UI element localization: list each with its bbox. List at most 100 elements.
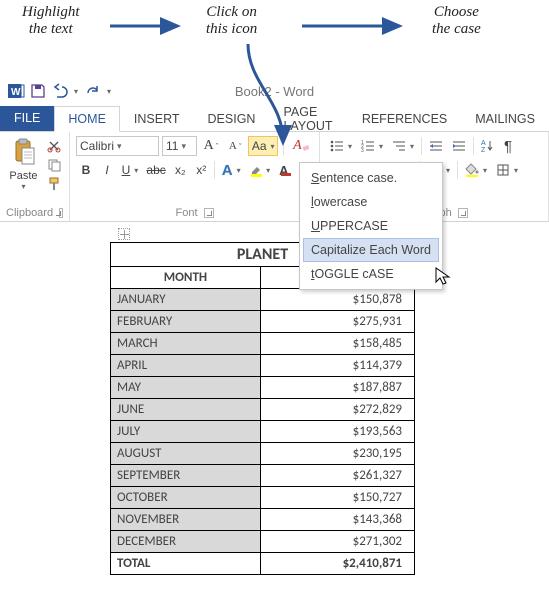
table-row[interactable]: FEBRUARY$275,931 [111,311,415,333]
value-cell[interactable]: $272,829 [260,399,414,421]
value-cell[interactable]: $261,327 [260,465,414,487]
numbering-button[interactable]: 123▾ [357,136,387,156]
menu-toggle-case[interactable]: tOGGLE cASE [303,262,439,286]
table-row[interactable]: APRIL$114,379 [111,355,415,377]
table-row[interactable]: SEPTEMBER$261,327 [111,465,415,487]
col-header-month[interactable]: MONTH [111,267,261,289]
month-cell[interactable]: AUGUST [111,443,261,465]
month-cell[interactable]: MARCH [111,333,261,355]
value-cell[interactable]: $193,563 [260,421,414,443]
font-name-combo[interactable]: Calibri▾ [76,136,159,156]
document-area[interactable]: PLANET MONTH JANUARY$150,878FEBRUARY$275… [0,222,549,595]
cut-icon[interactable] [45,138,63,154]
value-cell[interactable]: $271,302 [260,531,414,553]
value-cell[interactable]: $275,931 [260,311,414,333]
month-cell[interactable]: JULY [111,421,261,443]
month-cell[interactable]: APRIL [111,355,261,377]
total-value[interactable]: $2,410,871 [260,553,414,575]
qat-customize-icon[interactable]: ▾ [103,80,115,102]
value-cell[interactable]: $114,379 [260,355,414,377]
menu-sentence-case-label: entence case. [319,171,397,185]
save-icon[interactable] [27,80,49,102]
tab-references[interactable]: REFERENCES [348,105,461,131]
menu-capitalize-each-word[interactable]: Capitalize Each Word [303,238,439,262]
strikethrough-button[interactable]: abc [143,160,169,180]
table-row[interactable]: AUGUST$230,195 [111,443,415,465]
total-label[interactable]: TOTAL [111,553,261,575]
multilevel-list-button[interactable]: ▾ [388,136,418,156]
annotation-step3: Choosethe case [432,4,481,39]
tab-insert[interactable]: INSERT [120,105,194,131]
subscript-button[interactable]: x₂ [170,160,190,180]
font-launcher-icon[interactable] [204,208,214,218]
show-hide-button[interactable]: ¶ [498,136,518,156]
group-clipboard: Paste ▾ Clipboard [0,132,70,221]
value-cell[interactable]: $143,368 [260,509,414,531]
paste-button[interactable]: Paste ▾ [6,136,41,192]
month-cell[interactable]: DECEMBER [111,531,261,553]
menu-uppercase-label: PPERCASE [320,219,388,233]
table-row[interactable]: DECEMBER$271,302 [111,531,415,553]
table-row[interactable]: MAY$187,887 [111,377,415,399]
tab-file[interactable]: FILE [0,105,54,131]
shading-button[interactable]: ▾ [461,160,491,180]
data-table[interactable]: PLANET MONTH JANUARY$150,878FEBRUARY$275… [110,242,415,575]
bullets-button[interactable]: ▾ [326,136,356,156]
clipboard-launcher-icon[interactable] [59,208,63,218]
table-row[interactable]: JUNE$272,829 [111,399,415,421]
table-move-handle-icon[interactable] [118,228,130,240]
table-row[interactable]: JULY$193,563 [111,421,415,443]
increase-indent-button[interactable] [448,136,470,156]
underline-button[interactable]: U▾ [118,160,142,180]
tab-mailings[interactable]: MAILINGS [461,105,549,131]
italic-button[interactable]: I [97,160,117,180]
mouse-cursor-icon [434,266,452,286]
table-row[interactable]: OCTOBER$150,727 [111,487,415,509]
value-cell[interactable]: $230,195 [260,443,414,465]
redo-icon[interactable] [81,80,103,102]
superscript-button[interactable]: x² [191,160,211,180]
arrow-curved-icon [238,42,298,152]
tab-home[interactable]: HOME [54,106,120,132]
value-cell[interactable]: $150,878 [260,289,414,311]
menu-lowercase[interactable]: lowercase [303,190,439,214]
month-cell[interactable]: FEBRUARY [111,311,261,333]
group-font-label: Font [175,207,197,219]
svg-text:3: 3 [361,148,364,152]
format-painter-icon[interactable] [45,176,63,192]
text-effects-button[interactable]: A▾ [218,160,244,180]
undo-split-icon[interactable]: ▾ [71,80,81,102]
svg-text:A: A [481,140,486,147]
bold-button[interactable]: B [76,160,96,180]
month-cell[interactable]: JANUARY [111,289,261,311]
table-row[interactable]: JANUARY$150,878 [111,289,415,311]
paragraph-launcher-icon[interactable] [458,208,468,218]
change-case-menu: Sentence case. lowercase UPPERCASE Capit… [299,162,443,290]
sort-button[interactable]: AZ [477,136,497,156]
arrow-icon [300,16,410,36]
month-cell[interactable]: JUNE [111,399,261,421]
highlight-color-button[interactable]: ▾ [245,160,274,180]
menu-uppercase[interactable]: UPPERCASE [303,214,439,238]
value-cell[interactable]: $150,727 [260,487,414,509]
undo-icon[interactable] [49,80,71,102]
copy-icon[interactable] [45,157,63,173]
month-cell[interactable]: OCTOBER [111,487,261,509]
annotation-step2: Click onthis icon [206,4,257,39]
menu-toggle-case-label: OGGLE cASE [314,267,393,281]
borders-button[interactable]: ▾ [492,160,522,180]
value-cell[interactable]: $187,887 [260,377,414,399]
annotation-step1: Highlightthe text [22,4,80,39]
table-row[interactable]: MARCH$158,485 [111,333,415,355]
word-app-icon: W [5,80,27,102]
menu-sentence-case[interactable]: Sentence case. [303,166,439,190]
font-size-combo[interactable]: 11▾ [162,136,197,156]
month-cell[interactable]: NOVEMBER [111,509,261,531]
month-cell[interactable]: MAY [111,377,261,399]
month-cell[interactable]: SEPTEMBER [111,465,261,487]
decrease-indent-button[interactable] [425,136,447,156]
grow-font-button[interactable]: Aˆ [200,136,222,156]
value-cell[interactable]: $158,485 [260,333,414,355]
group-clipboard-label: Clipboard [6,207,53,219]
table-row[interactable]: NOVEMBER$143,368 [111,509,415,531]
